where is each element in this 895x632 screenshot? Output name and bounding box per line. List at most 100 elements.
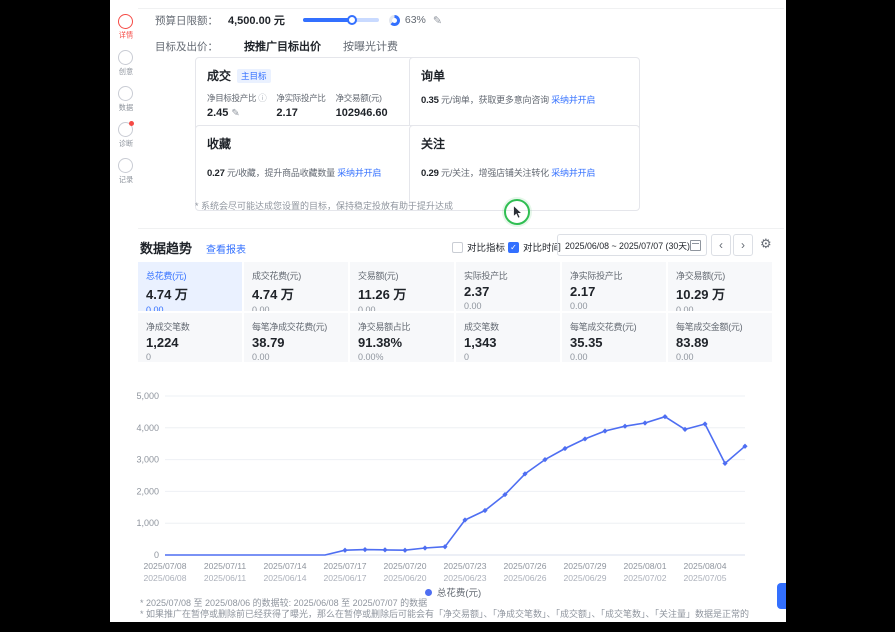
adopt-enable-link[interactable]: 采纳并开启: [551, 168, 595, 178]
anchor-item-创意[interactable]: 创意: [112, 50, 139, 77]
goals-note: * 系统会尽可能达成您设置的目标，保持稳定投放有助于提升达成: [195, 199, 453, 212]
anchor-item-记录[interactable]: 记录: [112, 158, 139, 185]
trend-title: 数据趋势: [140, 241, 192, 256]
svg-text:1,000: 1,000: [136, 518, 159, 528]
footnote-disclaimer: * 如果推广在暂停或删除前已经获得了曝光，那么在暂停或删除后可能会有「净交易额」…: [140, 609, 749, 620]
anchor-item-label: 详情: [118, 31, 132, 41]
budget-remaining-percent: 63%: [405, 14, 426, 26]
budget-progress-handle[interactable]: [347, 15, 357, 25]
edit-budget-icon[interactable]: ✎: [433, 14, 442, 27]
metric-mv: 35.35: [570, 335, 658, 350]
trend-metric-card-9[interactable]: 净交易额占比91.38%0.00%: [350, 313, 454, 362]
trend-metric-card-11[interactable]: 每笔成交花费(元) 35.35 0.00: [562, 313, 666, 362]
svg-text:2025/07/05: 2025/07/05: [683, 573, 726, 583]
history-icon: [118, 158, 133, 173]
goal-card-title: 询单: [421, 67, 628, 84]
anchor-item-label: 创意: [118, 67, 132, 77]
trend-metric-card-7[interactable]: 净成交笔数1,2240: [138, 313, 242, 362]
metric-ml: 实际投产比: [464, 269, 552, 282]
trend-header: 数据趋势 查看报表: [140, 238, 246, 258]
trend-metric-card-2[interactable]: 成交花费(元) 4.74 万 0.00: [244, 262, 348, 311]
screen: 详情创意数据诊断记录 预算日限额： 4,500.00 元 63% ✎ 目标及出价…: [0, 0, 895, 632]
goal-metric-target-roi: 净目标投产比ⓘ 2.45✎: [207, 92, 266, 119]
svg-text:2025/07/20: 2025/07/20: [383, 561, 426, 571]
metric-mv: 91.38%: [358, 335, 446, 350]
edit-roi-icon[interactable]: ✎: [231, 108, 239, 119]
svg-text:0: 0: [154, 550, 159, 560]
budget-label: 预算日限额：: [155, 13, 218, 28]
svg-text:3,000: 3,000: [136, 455, 159, 465]
trend-metric-card-4[interactable]: 实际投产比2.370.00: [456, 262, 560, 311]
svg-text:2025/07/17: 2025/07/17: [323, 561, 366, 571]
svg-text:2025/08/04: 2025/08/04: [683, 561, 726, 571]
metric-value: 2.45: [207, 107, 228, 119]
metric-label: 净交易额(元): [336, 92, 388, 104]
metric-mv: 4.74 万: [252, 284, 340, 303]
metric-ms: 0.00: [146, 305, 234, 311]
red-dot-badge: [129, 121, 134, 126]
plan-detail-page: 详情创意数据诊断记录 预算日限额： 4,500.00 元 63% ✎ 目标及出价…: [110, 0, 786, 622]
metric-ml: 成交花费(元): [252, 269, 340, 282]
metric-ml: 净实际投产比: [570, 269, 658, 282]
tab-bid-by-exposure[interactable]: 按曝光计费: [343, 38, 398, 54]
info-icon[interactable]: ⓘ: [258, 93, 266, 103]
trend-metric-card-6[interactable]: 净交易额(元)10.29 万0.00: [668, 262, 772, 311]
goal-desc: 元/询单，获取更多意向咨询: [441, 95, 549, 105]
metric-mv: 1,224: [146, 335, 234, 350]
metric-ms: 0.00%: [358, 352, 446, 362]
floating-panel-tab[interactable]: [777, 583, 786, 609]
metric-ms: 0.00: [252, 305, 340, 311]
adopt-enable-link[interactable]: 采纳并开启: [551, 95, 595, 105]
svg-text:2025/07/14: 2025/07/14: [263, 561, 306, 571]
metric-ml: 交易额(元): [358, 269, 446, 282]
trend-metric-card-12[interactable]: 每笔成交金额(元)83.890.00: [668, 313, 772, 362]
adopt-enable-link[interactable]: 采纳并开启: [337, 168, 381, 178]
svg-text:4,000: 4,000: [136, 423, 159, 433]
svg-text:5,000: 5,000: [136, 391, 159, 401]
next-period-button[interactable]: ›: [733, 234, 753, 256]
svg-text:2025/07/26: 2025/07/26: [503, 561, 546, 571]
prev-period-button[interactable]: ‹: [711, 234, 731, 256]
goal-desc: 元/关注，增强店铺关注转化: [441, 168, 549, 178]
svg-text:2025/07/11: 2025/07/11: [204, 561, 247, 571]
metric-ml: 成交笔数: [464, 320, 552, 333]
budget-row: 预算日限额： 4,500.00 元 63% ✎: [155, 12, 442, 28]
budget-progress-slider[interactable]: [303, 18, 379, 22]
metric-mv: 83.89: [676, 335, 764, 350]
compare-time-checkbox[interactable]: ✓ 对比时间: [508, 240, 561, 254]
metric-ml: 每笔净成交花费(元): [252, 320, 340, 333]
metric-ms: 0.00: [570, 301, 658, 311]
svg-text:2025/07/08: 2025/07/08: [143, 561, 186, 571]
metric-ml: 净交易额(元): [676, 269, 764, 282]
anchor-item-label: 诊断: [118, 139, 132, 149]
mouse-cursor-icon: [512, 205, 526, 220]
tab-bid-by-goal[interactable]: 按推广目标出价: [244, 38, 321, 54]
metric-ms: 0.00: [358, 305, 446, 311]
metric-label: 净目标投产比: [207, 93, 256, 103]
compare-metric-label: 对比指标: [467, 240, 505, 254]
calendar-icon: [690, 240, 701, 251]
trend-metric-card-10[interactable]: 成交笔数1,3430: [456, 313, 560, 362]
bidding-row: 目标及出价： 按推广目标出价 按曝光计费: [155, 38, 398, 54]
svg-text:2025/06/26: 2025/06/26: [503, 573, 546, 583]
settings-gear-icon[interactable]: ⚙: [760, 236, 772, 252]
trend-metric-card-1[interactable]: 总花费(元)4.74 万0.00: [138, 262, 242, 311]
trend-metric-card-5[interactable]: 净实际投产比2.170.00: [562, 262, 666, 311]
anchor-item-数据[interactable]: 数据: [112, 86, 139, 113]
trend-metric-card-3[interactable]: 交易额(元)11.26 万0.00: [350, 262, 454, 311]
trend-line-chart: 01,0002,0003,0004,0005,0002025/07/082025…: [135, 388, 771, 586]
anchor-item-诊断[interactable]: 诊断: [112, 122, 139, 149]
metric-ml: 每笔成交花费(元): [570, 320, 658, 333]
svg-text:2025/07/23: 2025/07/23: [443, 561, 486, 571]
compare-metric-checkbox[interactable]: 对比指标: [452, 240, 505, 254]
footnotes: * 2025/07/08 至 2025/08/06 的数据较: 2025/06/…: [140, 598, 749, 620]
svg-text:2025/06/29: 2025/06/29: [563, 573, 606, 583]
date-range-picker[interactable]: 2025/06/08 ~ 2025/07/07 (30天): [557, 234, 707, 256]
view-report-link[interactable]: 查看报表: [206, 245, 246, 256]
metric-ms: 0.00: [570, 352, 658, 362]
svg-text:2025/06/11: 2025/06/11: [204, 573, 247, 583]
trend-metric-card-8[interactable]: 每笔净成交花费(元)38.790.00: [244, 313, 348, 362]
checkbox-icon: [452, 242, 463, 253]
anchor-item-详情[interactable]: 详情: [112, 14, 139, 41]
anchor-nav: 详情创意数据诊断记录: [112, 14, 139, 185]
